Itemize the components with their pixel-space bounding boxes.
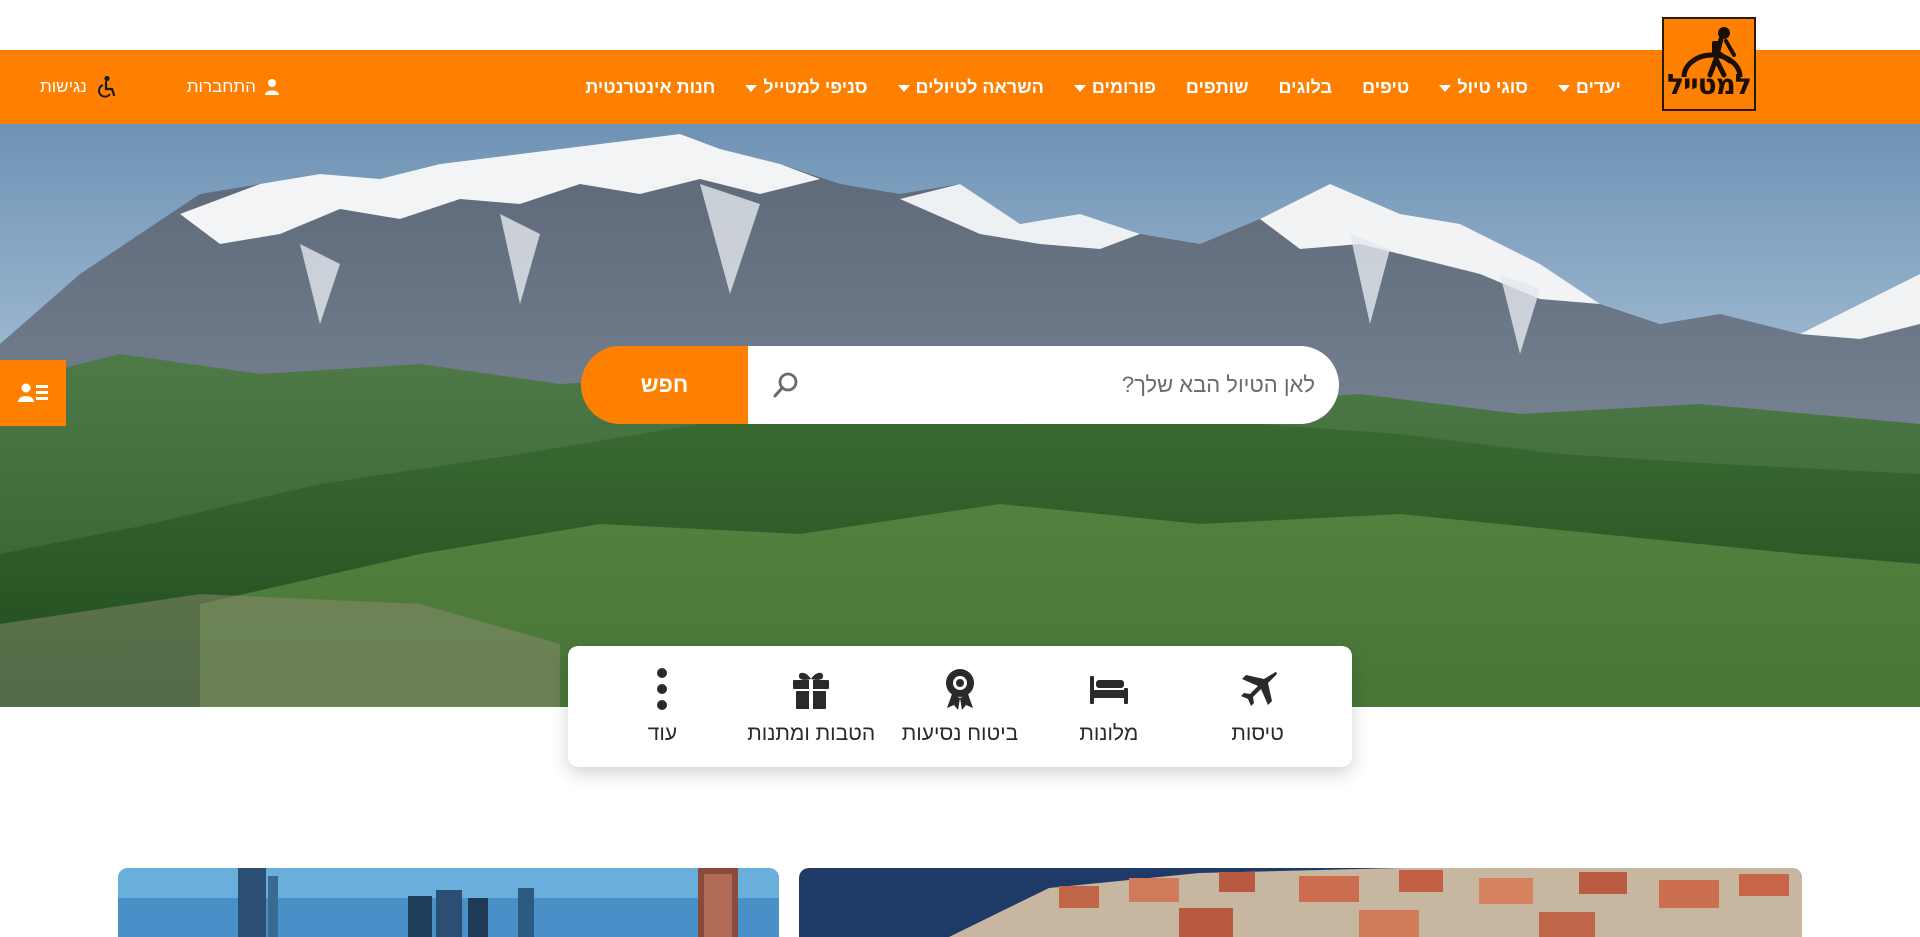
- airplane-icon: [1240, 671, 1277, 706]
- city-skyline-image: [118, 868, 779, 937]
- top-strip: [0, 0, 1920, 50]
- side-contact-tab[interactable]: [0, 360, 66, 426]
- category-label: מלונות: [1079, 721, 1139, 745]
- nav-item-label: סניפי למטייל: [763, 76, 868, 97]
- contact-list-icon: [18, 383, 48, 402]
- caret-down-icon: [1073, 84, 1086, 92]
- search-input[interactable]: [812, 371, 1317, 399]
- promo-card-city[interactable]: [118, 868, 779, 937]
- promo-card-coastal-town[interactable]: [799, 868, 1802, 937]
- search-bar: חפש: [581, 346, 1339, 424]
- user-icon: [264, 79, 279, 95]
- nav-item-label: חנות אינטרנטית: [585, 76, 716, 97]
- category-label: טיסות: [1231, 721, 1284, 745]
- nav-item-label: בלוגים: [1278, 76, 1333, 97]
- category-label: הטבות ומתנות: [747, 721, 876, 745]
- category-travel-insurance[interactable]: ביטוח נסיעות: [886, 668, 1035, 746]
- nav-item-label: יעדים: [1575, 76, 1621, 97]
- caret-down-icon: [897, 84, 910, 92]
- login-link[interactable]: התחברות: [187, 77, 280, 97]
- category-hotels[interactable]: מלונות: [1034, 668, 1183, 746]
- accessibility-link[interactable]: נגישות: [40, 75, 117, 99]
- search-button[interactable]: חפש: [581, 346, 748, 424]
- accessibility-label: נגישות: [40, 77, 87, 96]
- nav-item-partners[interactable]: שותפים: [1171, 50, 1264, 124]
- nav-item-label: פורומים: [1091, 76, 1156, 97]
- category-quicklinks: טיסות מלונות ביטוח נסיעות הטבות ומתנות ע…: [568, 646, 1352, 767]
- nav-item-label: השראה לטיולים: [915, 76, 1044, 97]
- nav-item-branches[interactable]: סניפי למטייל: [730, 50, 882, 124]
- nav-item-online-store[interactable]: חנות אינטרנטית: [570, 50, 730, 124]
- category-label: ביטוח נסיעות: [901, 721, 1019, 745]
- category-flights[interactable]: טיסות: [1183, 668, 1332, 746]
- more-vertical-icon: [657, 667, 668, 710]
- category-benefits-gifts[interactable]: הטבות ומתנות: [737, 668, 886, 746]
- nav-item-blogs[interactable]: בלוגים: [1264, 50, 1348, 124]
- nav-menu: יעדים סוגי טיול טיפים בלוגים שותפים פורו…: [570, 50, 1636, 124]
- login-label: התחברות: [186, 77, 256, 96]
- coastal-town-image: [799, 868, 1802, 937]
- nav-item-forums[interactable]: פורומים: [1059, 50, 1171, 124]
- nav-item-inspiration[interactable]: השראה לטיולים: [883, 50, 1059, 124]
- caret-down-icon: [1439, 84, 1452, 92]
- caret-down-icon: [1557, 84, 1570, 92]
- search-icon: [773, 372, 798, 398]
- nav-item-label: טיפים: [1362, 76, 1410, 97]
- category-more[interactable]: עוד: [588, 667, 737, 746]
- nav-item-destinations[interactable]: יעדים: [1543, 50, 1636, 124]
- logo-text: למטייל: [1667, 68, 1752, 101]
- main-navbar: יעדים סוגי טיול טיפים בלוגים שותפים פורו…: [0, 50, 1920, 124]
- category-label: עוד: [647, 721, 678, 745]
- award-icon: [946, 668, 975, 710]
- accessibility-icon: [97, 75, 115, 98]
- site-logo[interactable]: למטייל: [1662, 17, 1756, 111]
- nav-item-tips[interactable]: טיפים: [1347, 50, 1424, 124]
- nav-item-label: סוגי טיול: [1457, 76, 1528, 97]
- nav-item-trip-types[interactable]: סוגי טיול: [1424, 50, 1543, 124]
- caret-down-icon: [745, 84, 758, 92]
- bed-icon: [1089, 675, 1128, 704]
- search-field: [748, 346, 1339, 424]
- nav-item-label: שותפים: [1185, 76, 1249, 97]
- gift-icon: [793, 672, 830, 709]
- nav-utility: נגישות התחברות: [40, 50, 280, 124]
